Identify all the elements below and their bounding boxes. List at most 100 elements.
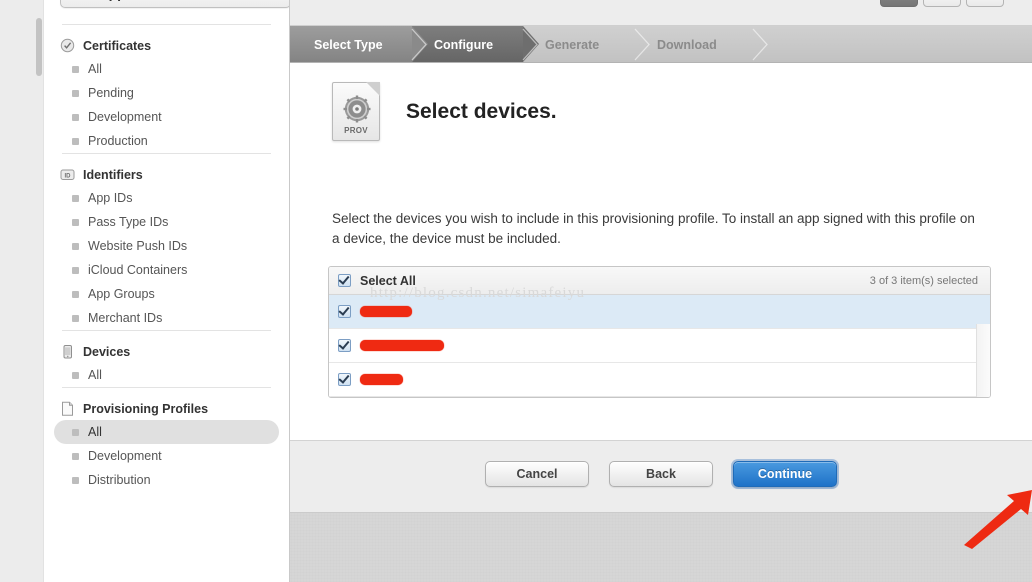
sidebar-item-icloud-containers[interactable]: iCloud Containers — [54, 258, 279, 282]
bullet-icon — [72, 371, 79, 379]
svg-text:ID: ID — [65, 173, 72, 179]
sidebar-item-label: All — [88, 368, 102, 382]
device-checkbox[interactable] — [338, 338, 351, 352]
sidebar-item-label: Production — [88, 134, 148, 148]
id-badge-icon: ID — [60, 167, 75, 182]
redacted-device-name — [360, 340, 444, 351]
sidebar-gutter — [0, 0, 44, 582]
sidebar-item-distribution[interactable]: Distribution — [54, 468, 279, 492]
continue-button[interactable]: Continue — [733, 461, 837, 487]
app-type-select-value: iOS Apps — [71, 0, 134, 1]
sidebar-section-title: Identifiers — [83, 167, 143, 182]
segment-button-2[interactable] — [923, 0, 961, 7]
sidebar-item-app-groups[interactable]: App Groups — [54, 282, 279, 306]
toolbar-strip — [290, 0, 1032, 26]
step-download[interactable]: Download — [635, 26, 768, 62]
bullet-icon — [72, 194, 79, 202]
sidebar-content: iOS Apps ▼ Certificates All Pending Develop… — [44, 0, 289, 582]
sidebar-item-merchant-ids[interactable]: Merchant IDs — [54, 306, 279, 330]
sidebar-section-title: Devices — [83, 344, 131, 359]
red-pointer-arrow — [964, 490, 1032, 549]
provisioning-profile-icon: PROV — [332, 82, 380, 141]
redacted-device-name — [360, 306, 412, 317]
bullet-icon — [72, 290, 79, 298]
view-mode-segmented-control[interactable] — [880, 0, 1004, 7]
redacted-device-name — [360, 374, 403, 385]
bullet-icon — [72, 113, 79, 121]
document-icon — [60, 401, 75, 416]
bullet-icon — [72, 218, 79, 226]
bullet-icon — [72, 266, 79, 274]
bullet-icon — [72, 242, 79, 250]
app-type-select[interactable]: iOS Apps ▼ — [60, 0, 289, 8]
device-list: Select All 3 of 3 item(s) selected — [328, 266, 991, 398]
wizard-step-bar: Select Type Configure Generate Download — [290, 26, 1032, 63]
step-configure[interactable]: Configure — [412, 26, 539, 62]
sidebar-item-label: All — [88, 425, 102, 439]
sidebar-section-certificates: Certificates All Pending Development Product… — [44, 25, 289, 153]
sidebar-section-header: Devices — [44, 340, 289, 363]
bullet-icon — [72, 476, 79, 484]
sidebar-item-all[interactable]: All — [54, 363, 279, 387]
sidebar-section-provisioning-profiles: Provisioning Profiles All Development Distr… — [44, 388, 289, 492]
sidebar-section-header: ID Identifiers — [44, 163, 289, 186]
sidebar-item-label: All — [88, 62, 102, 76]
sidebar-item-app-ids[interactable]: App IDs — [54, 186, 279, 210]
sidebar-item-label: App IDs — [88, 191, 133, 205]
sidebar-section-title: Certificates — [83, 38, 152, 53]
page-description: Select the devices you wish to include i… — [332, 211, 975, 246]
sidebar-item-website-push-ids[interactable]: Website Push IDs — [54, 234, 279, 258]
sidebar-item-label: Website Push IDs — [88, 239, 188, 253]
sidebar-section-title: Provisioning Profiles — [83, 401, 209, 416]
device-rows — [329, 295, 990, 397]
select-all-label: Select All — [360, 273, 416, 288]
certificate-seal-icon — [60, 38, 75, 53]
gear-icon — [343, 95, 371, 123]
back-button[interactable]: Back — [609, 461, 713, 487]
sidebar-item-label: iCloud Containers — [88, 263, 188, 277]
step-label: Select Type — [314, 37, 383, 52]
sidebar-item-label: Development — [88, 449, 162, 463]
select-all-checkbox[interactable] — [338, 273, 351, 287]
step-label: Configure — [434, 37, 494, 52]
device-checkbox[interactable] — [338, 372, 351, 386]
step-generate[interactable]: Generate — [523, 26, 650, 62]
segment-button-3[interactable] — [966, 0, 1004, 7]
bullet-icon — [72, 65, 79, 73]
sidebar-scrollbar-thumb[interactable] — [36, 18, 42, 76]
step-label: Download — [657, 37, 717, 52]
cancel-button[interactable]: Cancel — [485, 461, 589, 487]
sidebar-section-devices: Devices All — [44, 331, 289, 387]
step-select-type[interactable]: Select Type — [290, 26, 428, 62]
sidebar-item-production[interactable]: Production — [54, 129, 279, 153]
step-chevron-icon — [634, 28, 650, 61]
sidebar-section-header: Provisioning Profiles — [44, 397, 289, 420]
sidebar-section-header: Certificates — [44, 34, 289, 57]
content-card: PROV Select devices. Select the devices … — [290, 63, 1032, 441]
page-header: PROV Select devices. — [332, 82, 557, 141]
sidebar-item-development[interactable]: Development — [54, 444, 279, 468]
bullet-icon — [72, 452, 79, 460]
selected-count-label: 3 of 3 item(s) selected — [869, 274, 978, 287]
sidebar-item-pass-type-ids[interactable]: Pass Type IDs — [54, 210, 279, 234]
page-title: Select devices. — [406, 99, 557, 123]
sidebar-item-development[interactable]: Development — [54, 105, 279, 129]
step-chevron-icon — [752, 28, 768, 61]
device-row[interactable] — [329, 295, 990, 329]
iphone-icon — [60, 344, 75, 359]
bullet-icon — [72, 137, 79, 145]
device-row[interactable] — [329, 363, 990, 397]
sidebar-item-all[interactable]: All — [54, 57, 279, 81]
footer-button-bar: Cancel Back Continue — [290, 461, 1032, 487]
sidebar-item-all[interactable]: All — [54, 420, 279, 444]
sidebar-item-label: Merchant IDs — [88, 311, 163, 325]
device-checkbox[interactable] — [338, 304, 351, 318]
sidebar-item-label: App Groups — [88, 287, 155, 301]
sidebar-item-pending[interactable]: Pending — [54, 81, 279, 105]
device-row[interactable] — [329, 329, 990, 363]
bullet-icon — [72, 89, 79, 97]
device-list-scrollbar[interactable] — [976, 324, 990, 397]
bullet-icon — [72, 314, 79, 322]
segment-button-1[interactable] — [880, 0, 918, 7]
sidebar: iOS Apps ▼ Certificates All Pending Develop… — [0, 0, 290, 582]
